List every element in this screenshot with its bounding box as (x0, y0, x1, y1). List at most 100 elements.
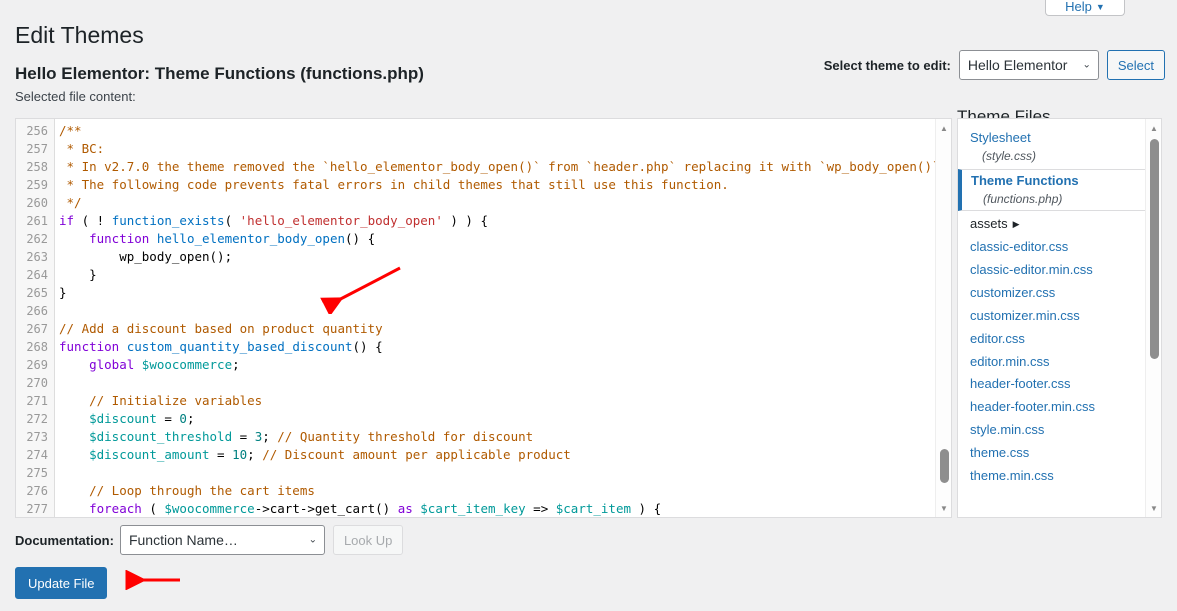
code-token-var: $discount_threshold (89, 429, 233, 444)
file-item-editor-css[interactable]: editor.css (958, 328, 1147, 351)
code-token-kw: if (59, 213, 75, 228)
code-token-plain: => (525, 501, 556, 516)
files-scrollbar-thumb[interactable] (1150, 139, 1159, 359)
file-item-editor-min-css[interactable]: editor.min.css (958, 351, 1147, 374)
code-line: } (55, 284, 951, 302)
code-line: if ( ! function_exists( 'hello_elementor… (55, 212, 951, 230)
theme-selector-row: Select theme to edit: Hello Elementor ⌄ … (824, 50, 1165, 80)
line-number: 270 (26, 376, 48, 390)
file-item-label: classic-editor.min.css (970, 262, 1093, 278)
code-token-var: $discount_amount (89, 447, 210, 462)
code-line: } (55, 266, 951, 284)
look-up-button[interactable]: Look Up (332, 525, 404, 555)
files-scrollbar[interactable]: ▲ ▼ (1145, 119, 1161, 517)
scroll-up-arrow-icon[interactable]: ▲ (936, 121, 951, 135)
scroll-up-arrow-icon[interactable]: ▲ (1146, 121, 1161, 135)
code-line: wp_body_open(); (55, 248, 951, 266)
code-token-plain: ; (262, 429, 278, 444)
file-item-label: editor.min.css (970, 353, 1050, 369)
folder-expand-arrow-icon[interactable]: ▶ (1013, 219, 1020, 229)
file-item-customizer-min-css[interactable]: customizer.min.css (958, 305, 1147, 328)
help-tab[interactable]: Help ▼ (1045, 0, 1125, 16)
code-token-comment: * The following code prevents fatal erro… (59, 177, 729, 192)
chevron-down-icon: ▼ (1095, 2, 1105, 12)
line-number: 267 (26, 322, 48, 336)
editor-scrollbar[interactable]: ▲ ▼ (935, 119, 951, 517)
line-number: 271 (26, 394, 48, 408)
code-token-kw: function (89, 231, 150, 246)
theme-files-panel: Stylesheet (style.css) Theme Functions (fun… (957, 118, 1162, 518)
line-number: 277 (26, 502, 48, 516)
file-item-label: customizer.min.css (970, 307, 1080, 323)
code-token-var: $cart_item_key (420, 501, 526, 516)
code-token-comment: /** (59, 123, 82, 138)
line-number: 276 (26, 484, 48, 498)
file-item-filename: (functions.php) (983, 192, 1063, 207)
file-item-assets[interactable]: assets ▶ (958, 213, 1147, 236)
file-item-label: Stylesheet (970, 130, 1031, 145)
update-file-button[interactable]: Update File (15, 567, 108, 599)
code-token-num: 10 (232, 447, 248, 462)
code-token-var: $discount (89, 411, 157, 426)
code-line: * In v2.7.0 the theme removed the `hello… (55, 158, 951, 176)
file-item-theme-min-css[interactable]: theme.min.css (958, 465, 1147, 488)
line-number: 259 (26, 178, 48, 192)
file-item-label: assets (970, 216, 1008, 232)
line-number: 266 (26, 304, 48, 318)
code-token-fn: function_exists (111, 213, 225, 228)
file-item-header-footer-min-css[interactable]: header-footer.min.css (958, 396, 1147, 419)
code-token-var: $woocommerce (141, 357, 233, 372)
code-line: // Initialize variables (55, 392, 951, 410)
code-line: function custom_quantity_based_discount(… (55, 338, 951, 356)
code-token-plain: ) { (631, 501, 662, 516)
code-token-str: 'hello_elementor_body_open' (239, 213, 443, 228)
scroll-down-arrow-icon[interactable]: ▼ (936, 501, 951, 515)
scroll-down-arrow-icon[interactable]: ▼ (1146, 501, 1161, 515)
file-item-label: editor.css (970, 330, 1025, 346)
code-token-kw: as (397, 501, 413, 516)
code-token-comment: // Add a discount based on product quant… (59, 321, 383, 336)
code-token-plain: ; (186, 411, 195, 426)
line-number: 264 (26, 268, 48, 282)
editor-scrollbar-thumb[interactable] (940, 449, 949, 483)
documentation-label: Documentation: (15, 532, 114, 548)
code-line: foreach ( $woocommerce->cart->get_cart()… (55, 500, 951, 517)
code-line: $discount = 0; (55, 410, 951, 428)
file-item-stylesheet[interactable]: Stylesheet (style.css) (958, 127, 1147, 167)
code-line: $discount_amount = 10; // Discount amoun… (55, 446, 951, 464)
theme-select[interactable]: Hello Elementor (958, 50, 1099, 80)
theme-select-wrapper: Hello Elementor ⌄ (958, 50, 1099, 80)
file-item-style-min-css[interactable]: style.min.css (958, 419, 1147, 442)
code-token-plain: } (59, 285, 67, 300)
code-editor[interactable]: 256 257 258 259 260 261 262 263 264 265 266 267 268 2… (15, 118, 952, 518)
code-token-comment: // Quantity threshold for discount (277, 429, 534, 444)
code-token-plain: () { (352, 339, 383, 354)
code-token-plain: ( ! (74, 213, 112, 228)
code-content[interactable]: /** * BC: * In v2.7.0 the theme removed … (55, 119, 951, 517)
file-item-label: Theme Functions (971, 173, 1079, 189)
code-line: global $woocommerce; (55, 356, 951, 374)
file-item-classic-editor-css[interactable]: classic-editor.css (958, 236, 1147, 259)
code-token-plain: } (59, 267, 97, 282)
code-line: * The following code prevents fatal erro… (55, 176, 951, 194)
line-number: 258 (26, 160, 48, 174)
file-item-customizer-css[interactable]: customizer.css (958, 282, 1147, 305)
line-number: 269 (26, 358, 48, 372)
select-theme-button[interactable]: Select (1106, 50, 1165, 80)
code-token-comment: * In v2.7.0 the theme removed the `hello… (59, 159, 948, 174)
file-item-classic-editor-min-css[interactable]: classic-editor.min.css (958, 259, 1147, 282)
selected-file-label: Selected file content: (15, 89, 136, 104)
file-item-label: theme.css (970, 444, 1030, 460)
file-item-label: customizer.css (970, 285, 1056, 300)
file-item-theme-css[interactable]: theme.css (958, 442, 1147, 465)
documentation-select[interactable]: Function Name… (119, 525, 325, 555)
file-item-header-footer-css[interactable]: header-footer.css (958, 373, 1147, 396)
file-item-theme-functions[interactable]: Theme Functions (functions.php) (958, 169, 1147, 212)
line-number: 261 (26, 214, 48, 228)
theme-editor-page: Help ▼ Edit Themes Hello Elementor: Them… (0, 0, 1177, 611)
